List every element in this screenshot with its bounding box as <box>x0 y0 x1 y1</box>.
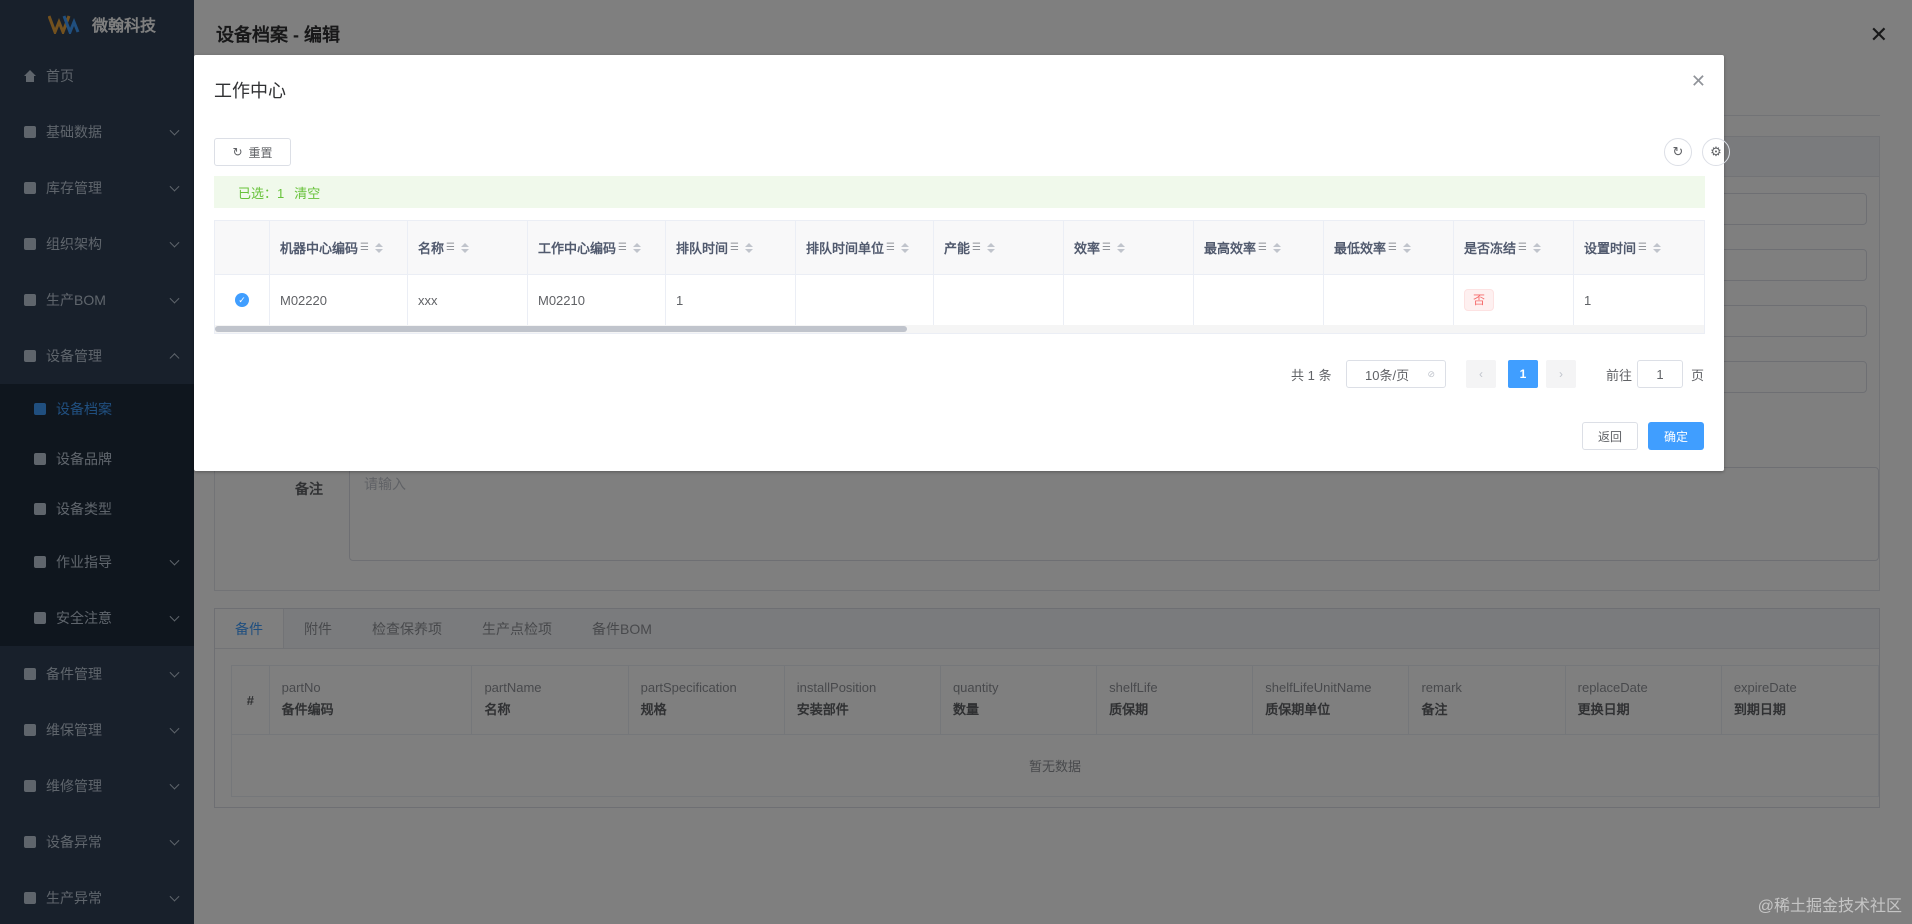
table-cell <box>1194 275 1324 325</box>
table-cell: 1 <box>666 275 796 325</box>
filter-icon: ☰ <box>1388 242 1397 253</box>
filter-icon: ☰ <box>730 242 739 253</box>
filter-icon: ☰ <box>886 242 895 253</box>
sort-icon <box>900 242 909 253</box>
table-cell: 1 <box>1584 292 1592 308</box>
next-page-button[interactable]: › <box>1546 360 1576 388</box>
reset-label: 重置 <box>248 145 273 160</box>
page-size-value: 10条/页 <box>1365 367 1410 383</box>
table-header[interactable]: 是否冻结 ☰ <box>1454 221 1574 275</box>
scrollbar-thumb[interactable] <box>215 326 907 332</box>
refresh-icon: ↻ <box>1672 144 1684 159</box>
table-header[interactable]: 最高效率 ☰ <box>1194 221 1324 275</box>
table-header-select <box>215 221 270 275</box>
table-header[interactable]: 工作中心编码 ☰ <box>528 221 666 275</box>
filter-icon: ☰ <box>618 242 627 253</box>
table-header[interactable]: 效率 ☰ <box>1064 221 1194 275</box>
table-header[interactable]: 最低效率 ☰ <box>1324 221 1454 275</box>
selected-count: 已选：1 <box>238 185 285 201</box>
table-header[interactable]: 排队时间 ☰ <box>666 221 796 275</box>
sort-icon <box>1652 242 1661 253</box>
filter-icon: ☰ <box>1638 242 1647 253</box>
sort-icon <box>460 242 469 253</box>
sort-icon <box>1272 242 1281 253</box>
watermark: @稀土掘金技术社区 <box>1757 898 1902 915</box>
table-cell: xxx <box>408 275 528 325</box>
page-unit-label: 页 <box>1691 367 1705 383</box>
goto-label: 前往 <box>1606 367 1633 383</box>
check-circle-icon[interactable]: ✓ <box>235 293 249 307</box>
filter-icon: ☰ <box>1518 242 1527 253</box>
clear-selection-link[interactable]: 清空 <box>294 183 320 202</box>
sort-icon <box>1402 242 1411 253</box>
close-icon[interactable]: ✕ <box>1691 71 1706 92</box>
table-cell <box>1324 275 1454 325</box>
back-button[interactable]: 返回 <box>1582 422 1638 450</box>
chevron-right-icon: › <box>1559 367 1563 381</box>
filter-icon: ☰ <box>1258 242 1267 253</box>
sort-icon <box>632 242 641 253</box>
table-cell: M02220 <box>270 275 408 325</box>
work-center-dialog: 工作中心 ✕ ↻ 重置 ↻ ⚙ 已选：1 清空 机器中心编码 ☰ 名称 ☰ 工作中心… <box>194 55 1730 471</box>
sort-icon <box>986 242 995 253</box>
chevron-left-icon: ‹ <box>1479 367 1483 381</box>
dialog-title: 工作中心 <box>214 81 286 101</box>
selection-alert: 已选：1 清空 <box>214 176 1705 208</box>
horizontal-scrollbar[interactable] <box>215 325 1704 333</box>
table-header[interactable]: 机器中心编码 ☰ <box>270 221 408 275</box>
sort-icon <box>744 242 753 253</box>
table-cell <box>796 275 934 325</box>
filter-icon: ☰ <box>360 242 369 253</box>
column-settings-button[interactable]: ⚙ <box>1702 138 1730 166</box>
table-cell: M02210 <box>528 275 666 325</box>
table-cell <box>934 275 1064 325</box>
table-header-row: 机器中心编码 ☰ 名称 ☰ 工作中心编码 ☰ 排队时间 ☰ 排队时间单位 ☰ 产能 ☰ 效率… <box>215 221 1704 275</box>
table-cell: 否 <box>1454 275 1574 325</box>
work-center-table: 机器中心编码 ☰ 名称 ☰ 工作中心编码 ☰ 排队时间 ☰ 排队时间单位 ☰ 产能 ☰ 效率… <box>214 220 1705 334</box>
table-header[interactable]: 产能 ☰ <box>934 221 1064 275</box>
reset-button[interactable]: ↻ 重置 <box>214 138 291 166</box>
table-cell <box>1064 275 1194 325</box>
pagination-total: 共 1 条 <box>1291 367 1332 383</box>
goto-page-input[interactable]: 1 <box>1637 360 1683 388</box>
table-row[interactable]: ✓ M02220 xxx M02210 1 否 1 <box>215 275 1704 325</box>
page-number-current[interactable]: 1 <box>1508 360 1538 388</box>
page-size-select[interactable]: 10条/页 ⊘ <box>1346 360 1446 388</box>
prev-page-button[interactable]: ‹ <box>1466 360 1496 388</box>
confirm-button[interactable]: 确定 <box>1648 422 1704 450</box>
filter-icon: ☰ <box>1102 242 1111 253</box>
filter-icon: ☰ <box>972 242 981 253</box>
table-header[interactable]: 名称 ☰ <box>408 221 528 275</box>
row-select-cell[interactable]: ✓ <box>215 275 270 325</box>
sort-icon <box>1532 242 1541 253</box>
refresh-icon: ↻ <box>232 145 243 159</box>
gear-icon: ⚙ <box>1710 144 1722 159</box>
table-header[interactable]: 排队时间单位 ☰ <box>796 221 934 275</box>
sort-icon <box>374 242 383 253</box>
status-badge: 否 <box>1464 289 1495 311</box>
filter-icon: ☰ <box>446 242 455 253</box>
refresh-button[interactable]: ↻ <box>1664 138 1692 166</box>
table-header[interactable]: 设置时间 ☰ <box>1574 221 1704 275</box>
chevron-down-icon: ⊘ <box>1427 368 1435 379</box>
sort-icon <box>1116 242 1125 253</box>
